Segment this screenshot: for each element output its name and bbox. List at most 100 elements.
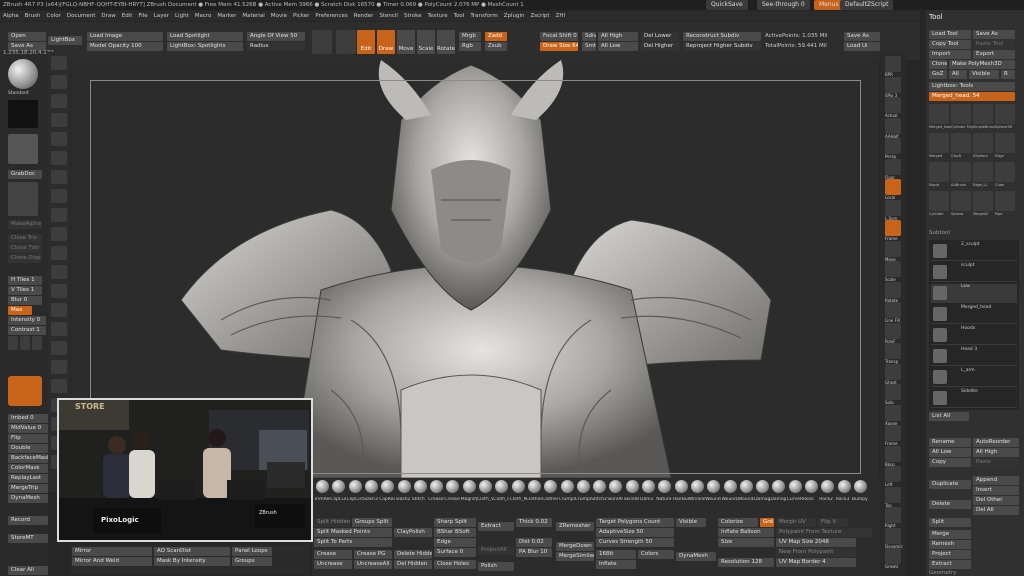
- brush-snake-icon[interactable]: [51, 284, 67, 298]
- brush-clothes1-icon[interactable]: [527, 480, 541, 493]
- tool-thumb-aabrush[interactable]: AABrush: [951, 162, 971, 187]
- subtool-item[interactable]: Hoods: [931, 326, 1017, 345]
- brush-stitch2-icon[interactable]: [593, 480, 607, 493]
- export-button[interactable]: Export: [973, 50, 1015, 59]
- sharp-split-button[interactable]: Sharp Split: [434, 518, 476, 527]
- brush-mrgbz-icon[interactable]: [51, 360, 67, 374]
- all-low-subtool-button[interactable]: All Low: [929, 448, 971, 457]
- subtool-item[interactable]: 2_sculpt: [931, 242, 1017, 261]
- menu-zhi[interactable]: ZHI: [553, 11, 569, 21]
- reproject-higher-button[interactable]: Reproject Higher Subdiv: [683, 42, 761, 51]
- shelf-left-button[interactable]: Left: [885, 466, 901, 487]
- model-opacity-slider[interactable]: Model Opacity 100: [87, 42, 163, 51]
- shelf-frame-button[interactable]: Frame: [885, 220, 901, 241]
- menu-edit[interactable]: Edit: [119, 11, 136, 21]
- edge-slider[interactable]: Edge: [434, 538, 476, 547]
- brush-nature-icon[interactable]: [658, 480, 672, 493]
- polish-slider[interactable]: Polish: [478, 562, 514, 571]
- tool-thumb-merged2[interactable]: Merged2: [973, 191, 993, 216]
- visible-button[interactable]: Visible: [969, 70, 999, 79]
- menu-transform[interactable]: Transform: [467, 11, 500, 21]
- brush-clipcurve-icon[interactable]: [332, 480, 346, 493]
- lightbox-tools-button[interactable]: Lightbox› Tools: [929, 82, 1015, 91]
- scale-button[interactable]: Scale: [417, 30, 435, 54]
- claypolish-button[interactable]: ClayPolish: [394, 528, 432, 537]
- make-alpha-button[interactable]: MakeAlpha: [8, 220, 42, 229]
- see-through-slider[interactable]: See-through 0: [757, 0, 810, 10]
- tool-thumb-cylinder[interactable]: Cylinder: [929, 191, 949, 216]
- clone-txtr-button[interactable]: Clone Txtr: [8, 244, 42, 253]
- flip-button[interactable]: Flip: [8, 434, 48, 443]
- target-polycount-slider[interactable]: Target Polygons Count: [596, 518, 674, 527]
- smt-button[interactable]: Smt: [582, 42, 596, 51]
- brush-rock2-icon[interactable]: [821, 480, 835, 493]
- clear-all-button[interactable]: Clear All: [8, 566, 48, 575]
- menu-color[interactable]: Color: [44, 11, 64, 21]
- list-all-button[interactable]: List All: [929, 412, 969, 421]
- grd-button[interactable]: Grd: [760, 518, 774, 527]
- split-hidden-button[interactable]: Split Hidden: [314, 518, 350, 527]
- crease-pg-button[interactable]: Crease PG: [354, 550, 392, 559]
- menu-texture[interactable]: Texture: [425, 11, 451, 21]
- brush-skin08-icon[interactable]: [625, 480, 639, 493]
- shelf-line-fill-button[interactable]: Line Fill: [885, 302, 901, 323]
- menu-brush[interactable]: Brush: [22, 11, 44, 21]
- mirror-button[interactable]: Mirror: [72, 547, 152, 556]
- menu-render[interactable]: Render: [351, 11, 377, 21]
- tool-thumb-merged[interactable]: Merged: [929, 133, 949, 158]
- brush-move-icon[interactable]: [51, 56, 67, 70]
- menu-picker[interactable]: Picker: [290, 11, 312, 21]
- menu-zscript[interactable]: Zscript: [527, 11, 552, 21]
- shelf-scale-button[interactable]: Scale: [885, 261, 901, 282]
- storemt-button[interactable]: StoreMT: [8, 534, 48, 543]
- extract-button[interactable]: Extract: [478, 522, 514, 531]
- grabdoc-button[interactable]: GrabDoc: [8, 170, 42, 179]
- surface-slider[interactable]: Surface 0: [434, 548, 476, 557]
- dist-slider[interactable]: Dist 0.02: [516, 538, 552, 547]
- menu-macro[interactable]: Macro: [192, 11, 215, 21]
- lightbox-button[interactable]: LightBox: [48, 36, 82, 45]
- split-button[interactable]: Split: [929, 518, 971, 527]
- shelf-local-button[interactable]: Local: [885, 179, 901, 200]
- uncrease-button[interactable]: Uncrease: [314, 560, 352, 569]
- brush-blob-icon[interactable]: [51, 189, 67, 203]
- draw-size-slider[interactable]: Draw Size 64: [540, 42, 578, 51]
- subtool-item[interactable]: sculpt: [931, 263, 1017, 282]
- curves-strength-slider[interactable]: Curves Strength 50: [596, 538, 674, 547]
- shelf-rotate-button[interactable]: Rotate: [885, 281, 901, 303]
- brush-rock3-icon[interactable]: [837, 480, 851, 493]
- split-to-parts-button[interactable]: Split To Parts: [314, 538, 392, 547]
- mrgb-button[interactable]: Mrgb: [459, 32, 481, 41]
- rename-button[interactable]: Rename: [929, 438, 971, 447]
- shelf-xpose-button[interactable]: Xpose: [885, 404, 901, 426]
- current-tool-slider[interactable]: Merged_head. 54: [929, 92, 1015, 101]
- thick-slider[interactable]: Thick 0.02: [516, 518, 552, 527]
- brush-damage-icon[interactable]: [756, 480, 770, 493]
- save-as-tool-button[interactable]: Save As: [973, 30, 1015, 39]
- brush-skin06-icon[interactable]: [609, 480, 623, 493]
- shelf-floor-button[interactable]: Floor: [885, 158, 901, 180]
- menu-stencil[interactable]: Stencil: [376, 11, 401, 21]
- clone-button[interactable]: Clone: [929, 60, 947, 69]
- colormask-button[interactable]: ColorMask: [8, 464, 48, 473]
- del-lower-button[interactable]: Del Lower: [641, 32, 679, 41]
- mask-by-intensity-button[interactable]: Mask By Intensity: [154, 557, 230, 566]
- rotate-view-icon[interactable]: [336, 30, 356, 54]
- save-as-right-button[interactable]: Save As: [844, 32, 880, 41]
- brush-thumbnail[interactable]: [8, 59, 38, 89]
- uv-map-size-slider[interactable]: UV Map Size 2048: [776, 538, 856, 547]
- move-button[interactable]: Move: [397, 30, 415, 54]
- menu-preferences[interactable]: Preferences: [312, 11, 350, 21]
- tool-thumb-cylinder-polymesh[interactable]: Cylinder PolyMesh: [951, 104, 973, 129]
- alpha-thumbnail[interactable]: [8, 134, 38, 164]
- uv-map-border-slider[interactable]: UV Map Border 4: [776, 558, 856, 567]
- brush-cloth-mo-icon[interactable]: [511, 480, 525, 493]
- brush-magnify-icon[interactable]: [462, 480, 476, 493]
- mergetrip-button[interactable]: MergeTrip: [8, 484, 48, 493]
- brush-inflate-icon[interactable]: [51, 151, 67, 165]
- shelf-frame-button[interactable]: Frame: [885, 425, 901, 446]
- adaptive-size-slider[interactable]: AdaptiveSize 50: [596, 528, 674, 537]
- colors-button[interactable]: Colors: [638, 550, 674, 559]
- brush-standard-icon[interactable]: [51, 75, 67, 89]
- shelf-spix-3-button[interactable]: SPix 3: [885, 76, 901, 98]
